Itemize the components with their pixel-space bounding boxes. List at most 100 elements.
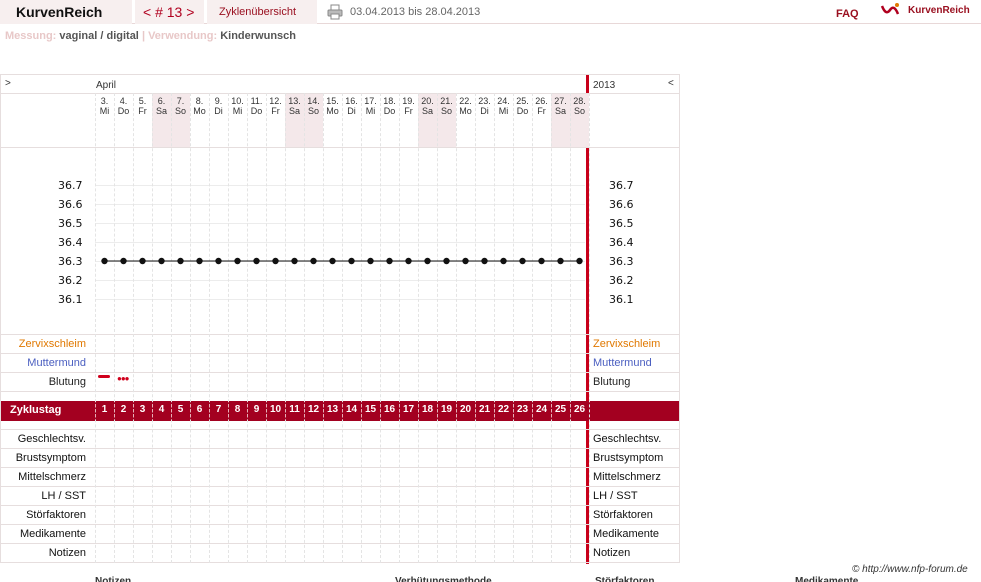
day-name: Mo — [193, 106, 206, 116]
cycle-navigation[interactable]: < # 13 > — [135, 0, 204, 24]
day-number: 28. — [573, 96, 586, 106]
day-grid-line — [171, 93, 172, 563]
tab-cycle-overview[interactable]: Zyklenübersicht — [207, 0, 317, 24]
temp-grid-line — [95, 261, 585, 262]
logo-text[interactable]: KurvenReich — [908, 5, 970, 16]
day-name: So — [573, 106, 585, 116]
day-name: Do — [117, 106, 130, 116]
temp-axis-label-left: 36.6 — [58, 198, 83, 211]
cycle-day-number: 14 — [345, 404, 358, 415]
day-number: 25. — [516, 96, 529, 106]
row-label-left[interactable]: Geschlechtsv. — [18, 433, 86, 445]
row-label-left[interactable]: Störfaktoren — [26, 509, 86, 521]
row-label-left[interactable]: LH / SST — [41, 490, 86, 502]
cycle-day-number: 2 — [120, 404, 127, 415]
cycle-day-number: 6 — [196, 404, 203, 415]
row-label-right[interactable]: Blutung — [593, 376, 630, 388]
cycle-day-number: 25 — [554, 404, 567, 415]
footer-column-label: Störfaktoren — [595, 576, 655, 582]
day-grid-line — [380, 93, 381, 563]
row-label-left[interactable]: Notizen — [49, 547, 86, 559]
day-name: Di — [214, 106, 223, 116]
day-grid-line — [228, 93, 229, 563]
cycle-day-separator — [133, 404, 134, 417]
cycle-day-number: 17 — [402, 404, 415, 415]
cycle-day-separator — [380, 404, 381, 417]
temp-axis-label-right: 36.3 — [609, 255, 634, 268]
cycle-day-separator — [171, 404, 172, 417]
day-number: 14. — [307, 96, 320, 106]
day-grid-line — [361, 93, 362, 563]
day-number: 5. — [138, 96, 147, 106]
faq-link[interactable]: FAQ — [836, 8, 859, 20]
temp-grid-line — [95, 299, 585, 300]
grid-line — [0, 543, 679, 544]
bleeding-heavy-mark[interactable] — [98, 375, 110, 378]
day-name: Fr — [537, 106, 546, 116]
day-grid-line — [456, 93, 457, 563]
day-name: Di — [480, 106, 489, 116]
row-label-right[interactable]: Geschlechtsv. — [593, 433, 661, 445]
day-grid-line — [532, 93, 533, 563]
cycle-day-number: 8 — [234, 404, 241, 415]
day-grid-line — [475, 93, 476, 563]
day-grid-line — [589, 93, 590, 563]
day-name: Fr — [404, 106, 413, 116]
chart-nav-right[interactable]: < — [668, 78, 674, 89]
row-label-right[interactable]: Mittelschmerz — [593, 471, 661, 483]
month-label: April — [96, 80, 117, 91]
row-label-left[interactable]: Medikamente — [20, 528, 86, 540]
row-label-right[interactable]: Störfaktoren — [593, 509, 653, 521]
temp-axis-label-left: 36.1 — [58, 293, 83, 306]
day-number: 21. — [440, 96, 453, 106]
cycle-day-separator — [475, 404, 476, 417]
row-label-right[interactable]: Notizen — [593, 547, 630, 559]
row-label-right[interactable]: Zervixschleim — [593, 338, 660, 350]
day-grid-line — [551, 93, 552, 563]
kurvenreich-logo-icon[interactable] — [880, 2, 900, 20]
day-number: 12. — [269, 96, 282, 106]
row-label-right[interactable]: Brustsymptom — [593, 452, 663, 464]
cycle-day-separator — [323, 404, 324, 417]
chart-nav-left[interactable]: > — [5, 78, 11, 89]
cycle-day-number: 20 — [459, 404, 472, 415]
row-label-right[interactable]: LH / SST — [593, 490, 638, 502]
day-grid-line — [133, 93, 134, 563]
cycle-day-number: 3 — [139, 404, 146, 415]
day-grid-line — [114, 93, 115, 563]
day-number: 13. — [288, 96, 301, 106]
day-grid-line — [247, 93, 248, 563]
row-label-left[interactable]: Zervixschleim — [19, 338, 86, 350]
temperature-curve — [101, 257, 583, 265]
cycle-day-number: 5 — [177, 404, 184, 415]
temp-axis-label-left: 36.7 — [58, 179, 83, 192]
temp-axis-label-left: 36.2 — [58, 274, 83, 287]
day-number: 23. — [478, 96, 491, 106]
cycle-day-number: 13 — [326, 404, 339, 415]
cycle-day-number: 16 — [383, 404, 396, 415]
row-label-right[interactable]: Muttermund — [593, 357, 652, 369]
cycle-day-number: 26 — [573, 404, 586, 415]
verwendung-value: Kinderwunsch — [220, 30, 296, 42]
year-label: 2013 — [593, 80, 616, 91]
day-number: 15. — [326, 96, 339, 106]
day-name: Do — [250, 106, 263, 116]
row-label-left[interactable]: Brustsymptom — [16, 452, 86, 464]
row-label-right[interactable]: Medikamente — [593, 528, 659, 540]
cycle-day-separator — [114, 404, 115, 417]
cycle-day-separator — [342, 404, 343, 417]
cycle-day-number: 21 — [478, 404, 491, 415]
bleeding-light-mark[interactable]: ●●● — [117, 374, 129, 383]
cycle-day-number: 11 — [289, 404, 300, 415]
day-number: 9. — [214, 96, 223, 106]
row-label-left[interactable]: Blutung — [49, 376, 86, 388]
grid-line — [0, 372, 679, 373]
day-name: So — [307, 106, 319, 116]
printer-icon[interactable] — [327, 4, 343, 20]
brand-title[interactable]: KurvenReich — [0, 0, 132, 24]
row-label-left[interactable]: Muttermund — [27, 357, 86, 369]
grid-line — [0, 429, 679, 430]
temp-grid-line — [95, 185, 585, 186]
temp-axis-label-right: 36.5 — [609, 217, 634, 230]
row-label-left[interactable]: Mittelschmerz — [18, 471, 86, 483]
